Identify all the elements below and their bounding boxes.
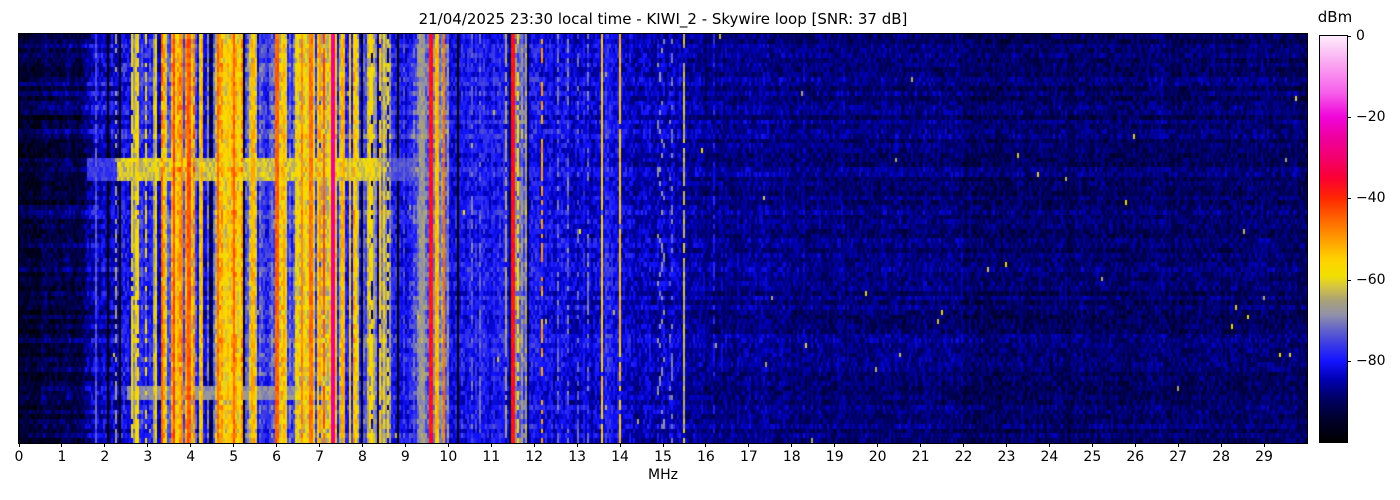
x-tick-label: 8: [357, 449, 367, 465]
colorbar-tick-label: −40: [1356, 190, 1386, 207]
x-tick-label: 0: [14, 449, 24, 465]
x-tick-label: 3: [143, 449, 153, 465]
x-tick-label: 25: [1083, 449, 1102, 465]
x-tick-mark: [619, 443, 621, 447]
x-axis-tick-labels: 0 1 2 3 4 5 6 7 8 9 10 11 12 13 14 15 16 17 18 19 20 21 22 23 24…: [15, 449, 1307, 465]
colorbar-tick-mark: [1347, 36, 1351, 37]
colorbar: [1319, 35, 1348, 443]
x-tick-mark: [963, 443, 965, 447]
x-tick-mark: [361, 443, 363, 447]
x-tick-mark: [576, 443, 578, 447]
x-tick-label: 19: [825, 449, 844, 465]
x-tick-mark: [104, 443, 106, 447]
x-tick-mark: [18, 443, 20, 447]
colorbar-tick-label: −20: [1356, 109, 1386, 126]
x-axis-label: MHz: [648, 467, 678, 483]
x-tick-mark: [447, 443, 449, 447]
x-tick-label: 29: [1255, 449, 1273, 465]
x-tick-label: 23: [997, 449, 1016, 465]
x-tick-label: 18: [782, 449, 801, 465]
x-tick-mark: [662, 443, 664, 447]
x-tick-mark: [190, 443, 192, 447]
x-tick-label: 7: [315, 449, 324, 465]
x-tick-label: 1: [57, 449, 67, 465]
x-tick-mark: [404, 443, 406, 447]
x-tick-label: 17: [739, 449, 758, 465]
x-tick-label: 20: [868, 449, 887, 465]
colorbar-tick-mark: [1347, 117, 1351, 119]
colorbar-tick-label: 0: [1356, 28, 1365, 44]
x-tick-mark: [1263, 443, 1265, 447]
spectrogram-figure: 21/04/2025 23:30 local time - KIWI_2 - S…: [0, 0, 1400, 500]
chart-title: 21/04/2025 23:30 local time - KIWI_2 - S…: [418, 10, 908, 28]
colorbar-tick-mark: [1347, 360, 1351, 362]
x-tick-mark: [319, 443, 321, 447]
x-axis-ticks: [18, 443, 1307, 447]
x-tick-label: 10: [439, 449, 458, 465]
colorbar-tick-mark: [1347, 279, 1351, 281]
x-tick-mark: [490, 443, 492, 447]
x-tick-label: 11: [482, 449, 501, 465]
colorbar-gradient: [1320, 36, 1347, 442]
colorbar-tick-label: −60: [1356, 271, 1386, 288]
x-tick-mark: [748, 443, 750, 447]
x-tick-mark: [1005, 443, 1007, 447]
x-tick-mark: [1048, 443, 1050, 447]
x-tick-label: 26: [1126, 449, 1145, 465]
x-tick-mark: [276, 443, 278, 447]
x-tick-mark: [834, 443, 836, 447]
x-tick-label: 27: [1169, 449, 1188, 465]
x-tick-mark: [1134, 443, 1136, 447]
x-tick-mark: [233, 443, 235, 447]
x-tick-label: 9: [400, 449, 410, 465]
waterfall-plot-area: [18, 33, 1308, 444]
x-tick-label: 5: [229, 449, 239, 465]
x-tick-label: 15: [654, 449, 672, 465]
x-tick-mark: [147, 443, 149, 447]
colorbar-tick-labels: 0 −20 −40 −60 −80: [1347, 28, 1397, 442]
x-tick-label: 16: [697, 449, 715, 465]
colorbar-tick-mark: [1347, 198, 1351, 200]
x-tick-label: 6: [272, 449, 282, 465]
x-tick-mark: [1177, 443, 1179, 447]
x-tick-mark: [877, 443, 879, 447]
x-tick-mark: [1091, 443, 1093, 447]
x-tick-label: 14: [611, 449, 629, 465]
x-tick-label: 13: [568, 449, 587, 465]
x-tick-label: 28: [1212, 449, 1231, 465]
x-tick-label: 2: [100, 449, 110, 465]
x-tick-mark: [1220, 443, 1222, 447]
x-tick-mark: [533, 443, 535, 447]
x-tick-label: 4: [186, 449, 196, 465]
x-tick-label: 21: [911, 449, 930, 465]
x-tick-mark: [791, 443, 793, 447]
x-tick-mark: [61, 443, 63, 447]
x-tick-label: 22: [954, 449, 973, 465]
x-tick-mark: [705, 443, 707, 447]
x-tick-label: 24: [1040, 449, 1059, 465]
x-tick-label: 12: [525, 449, 544, 465]
colorbar-label: dBm: [1317, 8, 1353, 26]
x-tick-mark: [920, 443, 922, 447]
colorbar-tick-label: −80: [1356, 352, 1386, 369]
waterfall-heatmap-canvas: [19, 34, 1307, 443]
